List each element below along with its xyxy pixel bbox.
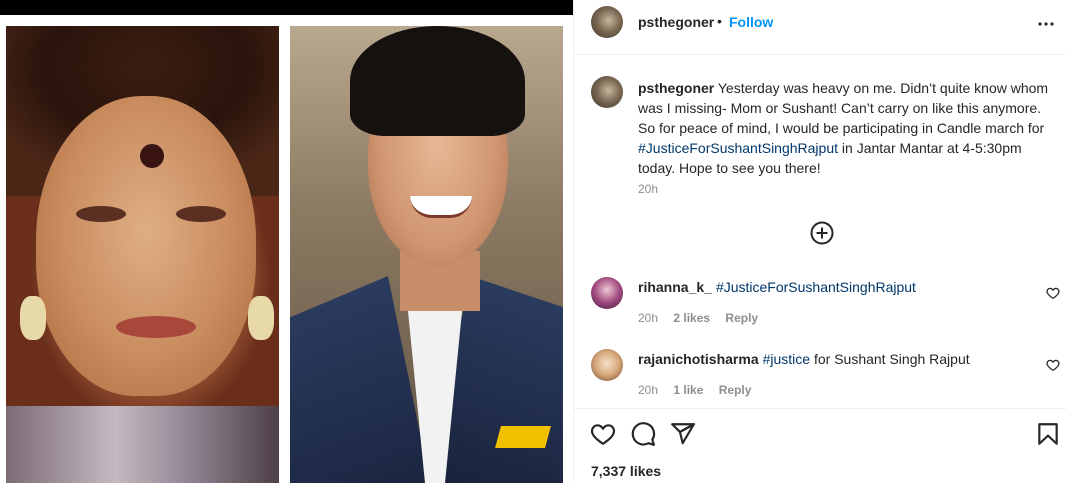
post-caption: psthegoner Yesterday was heavy on me. Di…	[574, 56, 1066, 276]
follow-button[interactable]: Follow	[729, 14, 773, 30]
avatar[interactable]	[591, 349, 623, 381]
comment-likes[interactable]: 1 like	[673, 383, 703, 397]
caption-timestamp[interactable]: 20h	[638, 182, 658, 196]
portrait-earring-left	[20, 296, 46, 340]
caption-username[interactable]: psthegoner	[638, 80, 714, 96]
portrait-eye-right	[176, 206, 226, 222]
heart-icon[interactable]	[1046, 286, 1060, 300]
comment-likes[interactable]: 2 likes	[673, 311, 710, 325]
avatar[interactable]	[591, 76, 623, 108]
caption-text: psthegoner Yesterday was heavy on me. Di…	[638, 78, 1062, 178]
post-details-panel: psthegoner • Follow psthegoner Yesterday…	[573, 0, 1066, 483]
comment-text: rajanichotisharma #justice for Sushant Si…	[638, 350, 970, 368]
post-username[interactable]: psthegoner	[638, 14, 714, 30]
comment-username[interactable]: rihanna_k_	[638, 279, 712, 295]
comment-timestamp[interactable]: 20h	[638, 383, 658, 397]
comment-hashtag[interactable]: #justice	[763, 351, 810, 367]
photo-man-portrait	[290, 26, 563, 483]
comment-item: rajanichotisharma #justice for Sushant Si…	[574, 344, 1066, 414]
comment-username[interactable]: rajanichotisharma	[638, 351, 759, 367]
portrait-saree	[6, 406, 279, 483]
comment-hashtag[interactable]: #JusticeForSushantSinghRajput	[716, 279, 916, 295]
portrait-lips	[116, 316, 196, 338]
more-options-icon[interactable]	[1034, 12, 1058, 36]
post-header: psthegoner • Follow	[574, 0, 1066, 55]
post-action-bar: 7,337 likes	[574, 408, 1066, 483]
likes-count[interactable]: 7,337 likes	[591, 463, 661, 479]
comment-icon[interactable]	[630, 421, 656, 447]
media-top-bar	[0, 0, 573, 15]
plus-circle-icon[interactable]	[810, 221, 834, 245]
comment-body-end: for Sushant Singh Rajput	[810, 351, 970, 367]
header-separator: •	[717, 13, 722, 29]
comment-meta: 20h 1 like Reply	[638, 383, 763, 397]
portrait-earring-right	[248, 296, 274, 340]
comment-item: rihanna_k_ #JusticeForSushantSinghRajput …	[574, 272, 1066, 342]
portrait-eye-left	[76, 206, 126, 222]
comment-reply-button[interactable]: Reply	[725, 311, 758, 325]
portrait-face	[36, 96, 256, 396]
avatar[interactable]	[591, 6, 623, 38]
portrait-pocket-square	[495, 426, 551, 448]
caption-hashtag[interactable]: #JusticeForSushantSinghRajput	[638, 140, 838, 156]
photo-woman-portrait	[6, 26, 279, 483]
avatar[interactable]	[591, 277, 623, 309]
comment-reply-button[interactable]: Reply	[719, 383, 752, 397]
heart-icon[interactable]	[590, 421, 616, 447]
comment-meta: 20h 2 likes Reply	[638, 311, 770, 325]
share-icon[interactable]	[670, 421, 696, 447]
bookmark-icon[interactable]	[1035, 421, 1061, 447]
portrait-hair	[350, 26, 525, 136]
comment-text: rihanna_k_ #JusticeForSushantSinghRajput	[638, 278, 916, 296]
post-media[interactable]	[0, 0, 573, 483]
portrait-bindi	[140, 144, 164, 168]
heart-icon[interactable]	[1046, 358, 1060, 372]
comment-timestamp[interactable]: 20h	[638, 311, 658, 325]
